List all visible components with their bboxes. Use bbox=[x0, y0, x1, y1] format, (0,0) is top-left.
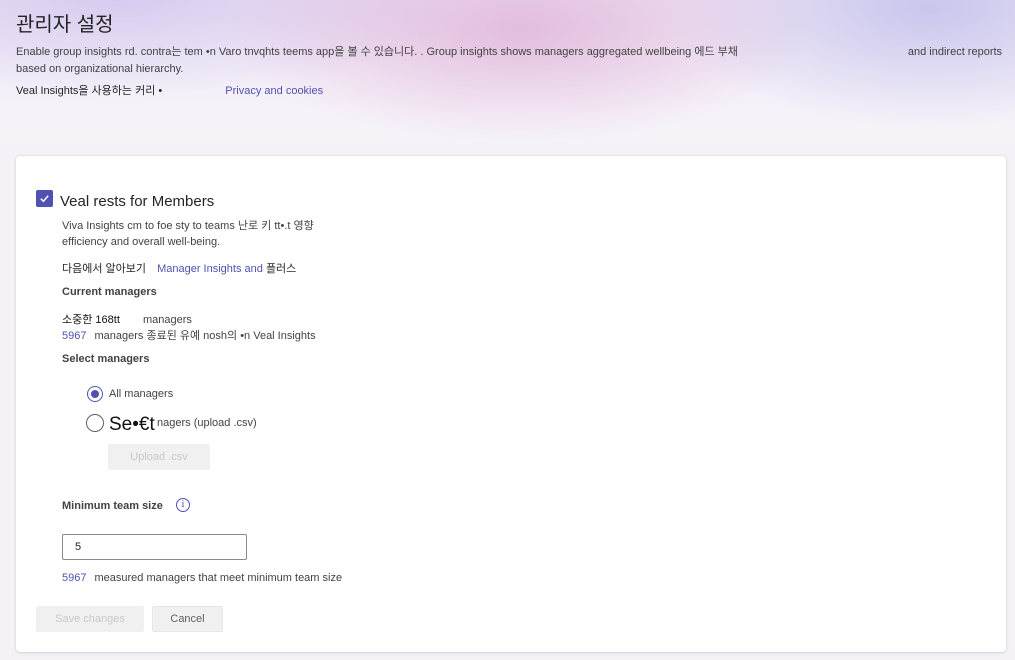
radio-select-managers[interactable] bbox=[86, 414, 104, 432]
description-part1: Enable group insights rd. contra는 tem •n… bbox=[16, 46, 738, 58]
section-title: Veal rests for Members bbox=[60, 193, 215, 210]
manager-insights-link[interactable]: Manager Insights and bbox=[157, 263, 263, 275]
description-line2: efficiency and overall well-being. bbox=[62, 236, 221, 248]
learn-more-line: 다음에서 알아보기 Manager Insights and 플러스 bbox=[62, 260, 296, 276]
current-line1-prefix: 소중한 168tt bbox=[62, 314, 120, 326]
current-line1-suffix: managers bbox=[142, 314, 192, 326]
header-banner: 관리자 설정 Enable group insights rd. contra는… bbox=[0, 0, 1015, 160]
radio-select-managers-sublabel: nagers (upload .csv) bbox=[157, 417, 257, 429]
page-title: 관리자 설정 bbox=[16, 14, 114, 36]
settings-card: Veal rests for Members Viva Insights cm … bbox=[16, 156, 1006, 652]
meet-minimum-count[interactable]: 5967 bbox=[62, 572, 86, 584]
current-managers-line1: 소중한 168tt managers bbox=[62, 311, 192, 327]
radio-all-managers-label: All managers bbox=[109, 388, 174, 400]
radio-all-managers[interactable] bbox=[87, 386, 103, 402]
checkmark-icon bbox=[40, 195, 49, 203]
consent-line: Veal Insights을 사용하는 커리 • Privacy and coo… bbox=[16, 82, 323, 98]
learn-suffix: 플러스 bbox=[265, 263, 297, 275]
consent-text: Veal Insights을 사용하는 커리 • bbox=[16, 85, 163, 97]
section-description: Viva Insights cm to foe sty to teams 난로 … bbox=[62, 218, 962, 250]
min-team-size-input[interactable] bbox=[62, 534, 247, 560]
current-managers-label: Current managers bbox=[62, 286, 157, 298]
min-team-size-label: Minimum team size bbox=[62, 500, 163, 512]
description-line1: Viva Insights cm to foe sty to teams 난로 … bbox=[62, 220, 314, 232]
radio-select-managers-label: Se•€t bbox=[109, 414, 155, 435]
meet-minimum-line: 5967 measured managers that meet minimum … bbox=[62, 572, 342, 584]
header-description: Enable group insights rd. contra는 tem •n… bbox=[16, 44, 1011, 78]
enable-insights-checkbox[interactable] bbox=[36, 190, 53, 207]
meet-minimum-text: measured managers that meet minimum team… bbox=[94, 572, 343, 584]
current-managers-count[interactable]: 5967 bbox=[62, 330, 86, 342]
info-icon[interactable]: i bbox=[176, 498, 190, 512]
learn-prefix: 다음에서 알아보기 bbox=[62, 263, 147, 275]
current-managers-line2: 5967 managers 종료된 유예 nosh의 •n Veal Insigh… bbox=[62, 327, 316, 343]
upload-csv-button[interactable]: Upload .csv bbox=[108, 444, 210, 470]
select-managers-label: Select managers bbox=[62, 353, 150, 365]
cancel-button[interactable]: Cancel bbox=[152, 606, 223, 632]
save-changes-button[interactable]: Save changes bbox=[36, 606, 144, 632]
privacy-link[interactable]: Privacy and cookies bbox=[225, 85, 323, 97]
current-line2-text: managers 종료된 유예 nosh의 •n Veal Insights bbox=[94, 330, 316, 342]
